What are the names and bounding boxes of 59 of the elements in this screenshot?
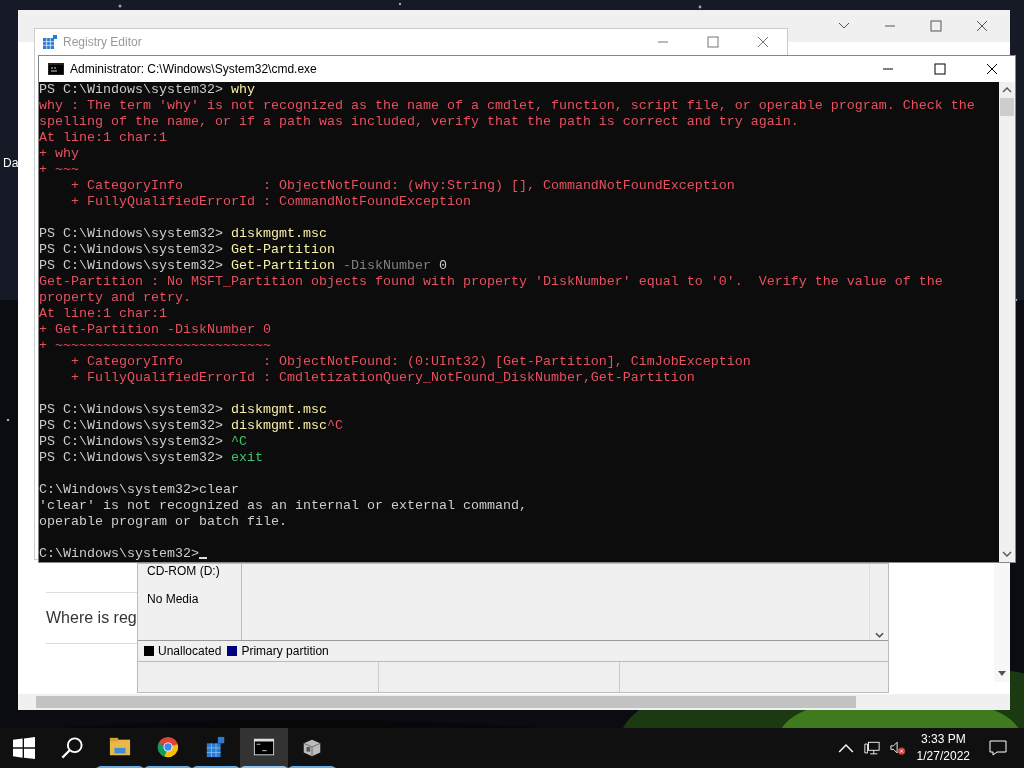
windows-icon (13, 737, 35, 759)
console-line: PS C:\Windows\system32> diskmgmt.msc^C (39, 418, 344, 434)
console-line: + FullyQualifiedErrorId : CmdletizationQuery_NotFound_DiskNumber,Get-Partition (70, 370, 696, 386)
scroll-thumb[interactable] (1000, 98, 1014, 116)
console-line: + why (39, 146, 80, 162)
chevron-down-icon[interactable] (874, 632, 884, 638)
desktop-icon-label[interactable]: Da (3, 156, 19, 170)
search-icon (61, 737, 83, 759)
notification-icon[interactable] (989, 740, 1007, 756)
folder-icon (109, 736, 131, 758)
network-icon[interactable] (863, 740, 880, 756)
cubes-icon (205, 736, 227, 758)
browser-icon (157, 736, 179, 758)
console-line: + FullyQualifiedErrorId : CommandNotFoundException (70, 194, 472, 210)
scrollbar[interactable] (994, 563, 1010, 682)
console-line: Get-Partition : No MSFT_Partition objects found with property 'DiskNumber' equal to '0'. Verify the value of the (39, 274, 944, 290)
down-arrow-icon[interactable] (998, 671, 1006, 676)
console-line: PS C:\Windows\system32> exit (39, 450, 264, 466)
console-line: C:\Windows\system32> (39, 546, 999, 562)
cubes-icon (43, 35, 57, 49)
console-line: + CategoryInfo : ObjectNotFound: (why:String) [], CommandNotFoundException (70, 178, 736, 194)
console-line: + Get-Partition -DiskNumber 0 (39, 322, 272, 338)
console-line: property and retry. (39, 290, 192, 306)
console-line: PS C:\Windows\system32> Get-Partition -DiskNumber 0 (39, 258, 448, 274)
console-line: At line:1 char:1 (39, 130, 168, 146)
console-line: At line:1 char:1 (39, 306, 168, 322)
window-title: Registry Editor (63, 35, 142, 49)
chevron-down-icon[interactable] (1002, 551, 1012, 557)
close-icon[interactable] (986, 63, 998, 75)
console-line: PS C:\Windows\system32> diskmgmt.msc (39, 402, 328, 418)
console-line: why : The term 'why' is not recognized as the name of a cmdlet, function, script file, or operable program. Check the (39, 98, 976, 114)
scrollbar[interactable] (999, 82, 1015, 562)
clock-time[interactable]: 3:33 PM (920, 731, 966, 748)
console-line: spelling of the name, or if a path was included, verify that the path is correct and try again. (39, 114, 800, 130)
clock-date[interactable]: 1/27/2022 (916, 748, 970, 765)
volume-label: CD-ROM (D:) (147, 564, 221, 578)
taskbar-button[interactable] (240, 728, 288, 768)
console-line: C:\Windows\system32>clear (39, 482, 240, 498)
console-line: PS C:\Windows\system32> why (39, 82, 256, 98)
console-icon (253, 736, 275, 758)
horizontal-scrollbar[interactable] (18, 694, 1010, 710)
legend-label: Unallocated (158, 644, 222, 658)
article-heading[interactable]: Where is reg (46, 609, 137, 627)
legend-label: Primary partition (241, 644, 329, 658)
console-line: + CategoryInfo : ObjectNotFound: (0:UInt32) [Get-Partition], CimJobException (70, 354, 752, 370)
console-line: PS C:\Windows\system32> ^C (39, 434, 248, 450)
maximize-icon[interactable] (934, 63, 946, 75)
console-line: + ~~~~~~~~~~~~~~~~~~~~~~~~~~~ (39, 338, 272, 354)
window-title: Administrator: C:\Windows\System32\cmd.exe (70, 62, 317, 76)
chevron-up-icon[interactable] (1002, 87, 1012, 93)
volume-status: No Media (147, 592, 200, 606)
console-line: 'clear' is not recognized as an internal or external command, (39, 498, 528, 514)
muted-speaker-icon[interactable] (889, 740, 906, 756)
console-icon (48, 63, 64, 75)
close-icon[interactable] (976, 20, 988, 32)
console-line: PS C:\Windows\system32> Get-Partition (39, 242, 336, 258)
console-line: operable program or batch file. (39, 514, 288, 530)
console-line: + ~~~ (39, 162, 80, 178)
console-line: PS C:\Windows\system32> diskmgmt.msc (39, 226, 328, 242)
